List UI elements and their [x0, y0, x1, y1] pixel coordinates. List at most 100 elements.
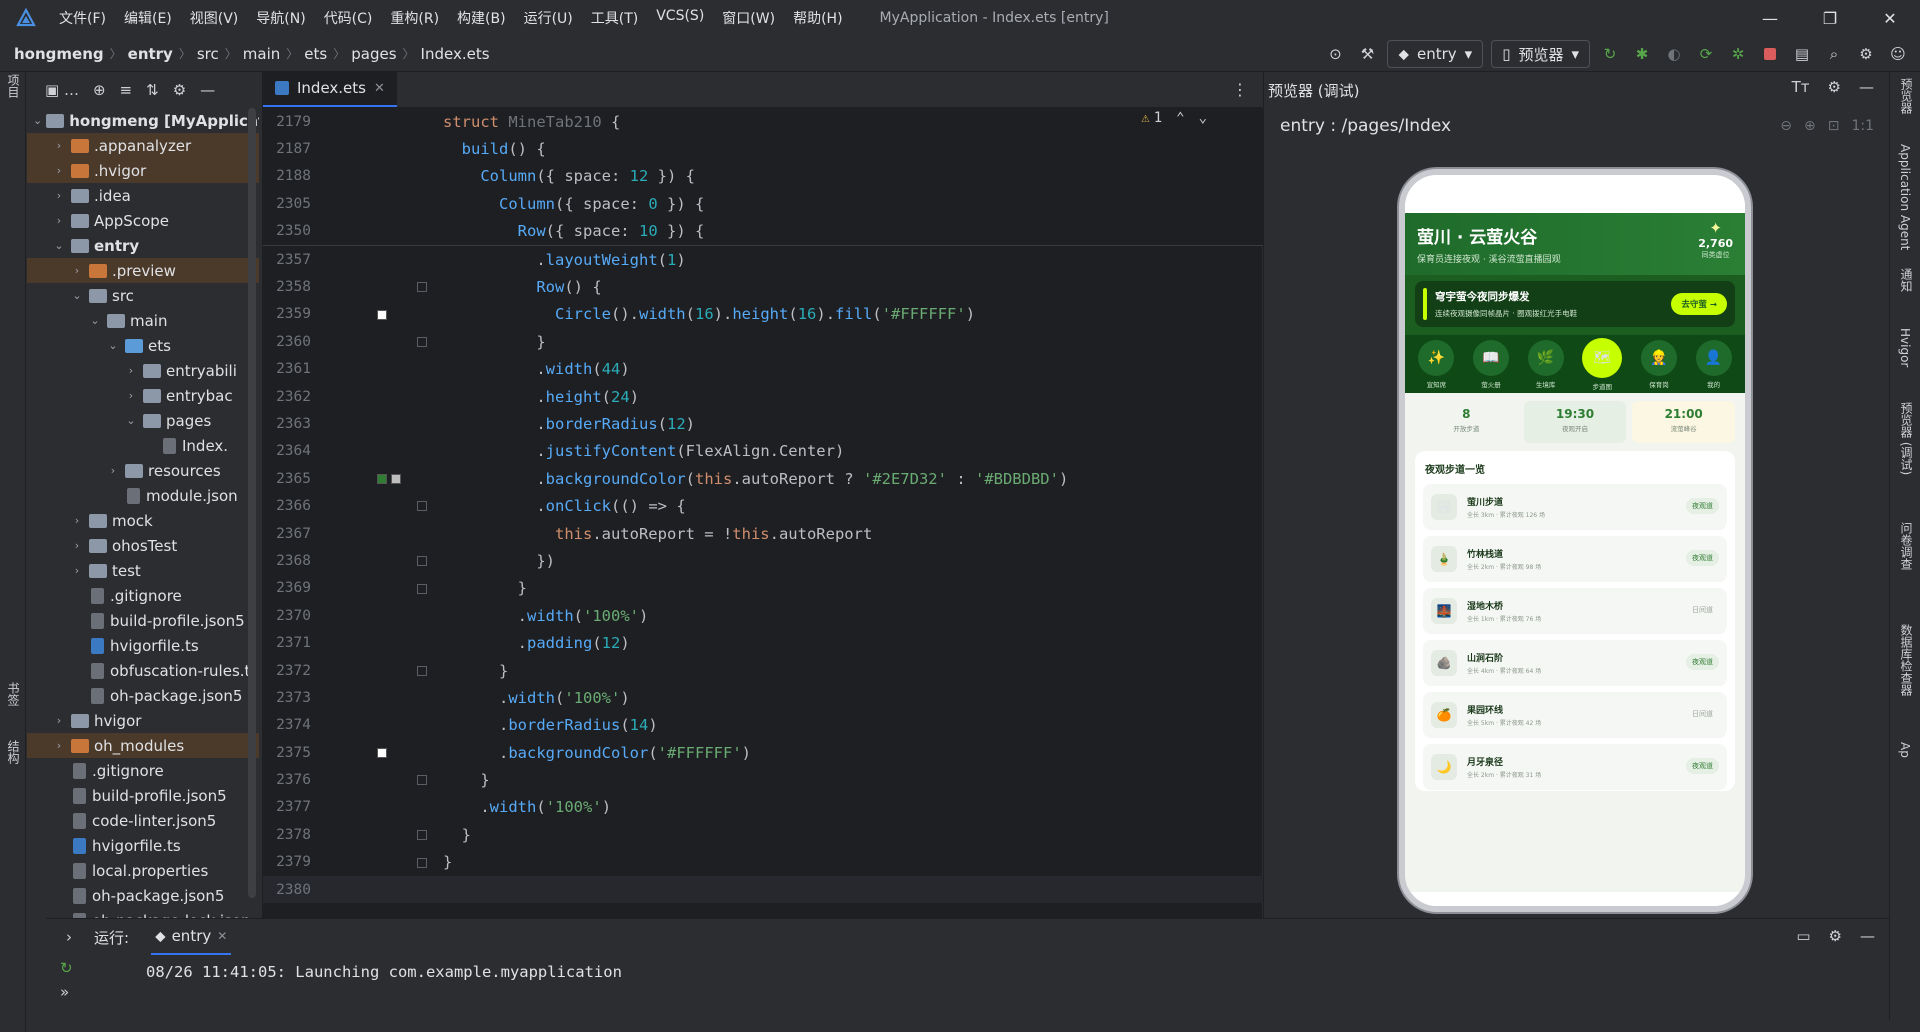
gutter[interactable] [323, 712, 443, 739]
run-tab-entry[interactable]: ⬥ entry ✕ [151, 919, 232, 955]
tree-item[interactable]: ⌄ main [27, 308, 259, 333]
settings-gear-icon[interactable]: ⚙ [1854, 41, 1878, 67]
chevron-right-icon[interactable]: › [51, 714, 67, 727]
device-select[interactable]: ▯ 预览器 ▾ [1491, 40, 1590, 68]
chevron-right-icon[interactable]: › [51, 164, 67, 177]
code-line[interactable]: 2380 [263, 875, 1263, 904]
chevron-right-icon[interactable]: › [51, 139, 67, 152]
chevron-right-icon[interactable]: › [123, 364, 139, 377]
code-line[interactable]: 2362 .height(24) [263, 383, 1263, 410]
app-screen[interactable]: 萤川 · 云萤火谷 保育员连接夜观 · 溪谷流萤直播园观 ✦ 2,760 同类虚… [1405, 175, 1745, 906]
zoom-in-icon[interactable]: ⊕ [1804, 118, 1816, 134]
shortcut-item[interactable]: 🗺 步道图 [1582, 337, 1623, 391]
fit-icon[interactable]: ⊡ [1828, 118, 1840, 134]
code-line[interactable]: 2187 build() { [263, 135, 1263, 162]
chevron-right-icon[interactable]: › [51, 189, 67, 202]
chevron-right-icon[interactable]: › [51, 214, 67, 227]
right-tool-button[interactable]: 预览器 (调试) [1898, 402, 1915, 475]
chevron-right-icon[interactable]: › [69, 514, 85, 527]
code-line[interactable]: 2305 Column({ space: 0 }) { [263, 190, 1263, 217]
tree-item[interactable]: ⌄ pages [27, 408, 259, 433]
gutter[interactable] [323, 876, 443, 903]
gutter[interactable] [323, 602, 443, 629]
gutter[interactable] [323, 821, 443, 848]
close-tab-icon[interactable]: ✕ [374, 81, 385, 96]
menu-item[interactable]: 重构(R) [381, 8, 448, 28]
code-line[interactable]: 2378 } [263, 821, 1263, 848]
gutter[interactable] [323, 301, 443, 328]
banner-action-button[interactable]: 去守萤 → [1671, 293, 1727, 315]
shortcut-item[interactable]: 🌿 生境库 [1527, 339, 1564, 389]
route-list-item[interactable]: 🌉 湿地木桥 全长 1km · 累计夜观 76 场 日间道 [1423, 588, 1727, 634]
route-list-item[interactable]: 🌙 月牙泉径 全长 2km · 累计夜观 31 场 夜观道 [1423, 744, 1727, 790]
gutter[interactable] [323, 684, 443, 711]
gutter[interactable] [323, 739, 443, 766]
one-to-one-icon[interactable]: 1:1 [1851, 118, 1874, 134]
route-list-item[interactable]: 🪨 山涧石阶 全长 4km · 累计夜观 64 场 夜观道 [1423, 640, 1727, 686]
gear-icon[interactable]: ⚙ [173, 81, 186, 99]
project-structure-icon[interactable]: ▤ [1790, 41, 1814, 67]
search-icon[interactable]: ⌕ [1822, 41, 1846, 67]
run-config-select[interactable]: ⬥ entry ▾ [1387, 40, 1484, 68]
gutter[interactable] [323, 657, 443, 684]
fold-icon[interactable] [417, 337, 427, 348]
attach-debugger-icon[interactable]: ◐ [1662, 41, 1686, 67]
restore-button[interactable]: ❐ [1800, 0, 1860, 36]
stop-icon[interactable] [1758, 41, 1782, 67]
fold-icon[interactable] [417, 775, 427, 786]
chevron-down-icon[interactable]: ⌄ [33, 114, 42, 127]
tree-item[interactable]: oh-package.json5 [27, 683, 259, 708]
tree-item[interactable]: obfuscation-rules.t [27, 658, 259, 683]
right-tool-button[interactable]: Hvigor [1898, 328, 1912, 367]
menu-item[interactable]: VCS(S) [647, 8, 713, 28]
apply-changes-icon[interactable]: ⟳ [1694, 41, 1718, 67]
gutter[interactable] [323, 547, 443, 574]
breadcrumb-item[interactable]: src [197, 45, 219, 63]
right-tool-button[interactable]: Ap [1898, 742, 1912, 758]
gutter[interactable] [323, 575, 443, 602]
route-list-item[interactable]: 🍊 果园环线 全长 5km · 累计夜观 42 场 日间道 [1423, 692, 1727, 738]
code-line[interactable]: 2363 .borderRadius(12) [263, 410, 1263, 437]
debug-icon[interactable]: ✱ [1630, 41, 1654, 67]
chevron-right-icon[interactable]: › [69, 264, 85, 277]
breadcrumb-item[interactable]: entry [128, 45, 173, 63]
right-tool-button[interactable]: 问卷调查 [1898, 522, 1915, 570]
tree-item[interactable]: build-profile.json5 [27, 783, 259, 808]
chevron-down-icon[interactable]: ⌄ [105, 339, 121, 352]
zoom-out-icon[interactable]: ⊖ [1780, 118, 1792, 134]
fold-icon[interactable] [417, 665, 427, 676]
code-line[interactable]: 2372 } [263, 657, 1263, 684]
tab-index-ets[interactable]: Index.ets ✕ [263, 71, 397, 107]
menu-item[interactable]: 文件(F) [50, 8, 115, 28]
code-area[interactable]: ⚠ 1 ⌃ ⌄ 2179 struct MineTab210 {2187 build()… [263, 108, 1263, 918]
tree-item[interactable]: › entryabili [27, 358, 259, 383]
menu-item[interactable]: 编辑(E) [115, 8, 181, 28]
menu-item[interactable]: 视图(V) [181, 8, 248, 28]
close-button[interactable]: ✕ [1860, 0, 1920, 36]
fold-icon[interactable] [417, 830, 427, 841]
chevron-right-icon[interactable]: › [69, 539, 85, 552]
chevron-right-icon[interactable]: › [105, 464, 121, 477]
gutter[interactable] [323, 492, 443, 519]
shortcut-item[interactable]: 👷 保育岗 [1640, 339, 1677, 389]
tree-item[interactable]: .gitignore [27, 583, 259, 608]
inspection-widget[interactable]: ⚠ 1 ⌃ ⌄ [1141, 110, 1207, 126]
menu-item[interactable]: 窗口(W) [713, 8, 784, 28]
locate-icon[interactable]: ⊕ [93, 81, 106, 99]
project-tool-button[interactable]: 项目 [5, 74, 22, 98]
code-line[interactable]: 2357 .layoutWeight(1) [263, 246, 1263, 273]
gutter[interactable] [323, 849, 443, 876]
gutter[interactable] [323, 794, 443, 821]
bookmarks-tool-button[interactable]: 书签 [5, 682, 22, 706]
expand-all-icon[interactable]: ≡ [120, 81, 133, 99]
gutter[interactable] [323, 356, 443, 383]
breadcrumb-item[interactable]: pages [351, 45, 396, 63]
tree-item[interactable]: ⌄ hongmeng [MyApplicati [27, 108, 259, 133]
chevron-down-icon[interactable]: ⌄ [51, 239, 67, 252]
right-tool-button[interactable]: Application Agent [1898, 144, 1912, 250]
tree-item[interactable]: ⌄ src [27, 283, 259, 308]
breadcrumb-item[interactable]: hongmeng [14, 45, 104, 63]
more-tabs-icon[interactable]: ⋮ [1232, 80, 1248, 99]
color-swatch-icon[interactable] [391, 474, 401, 485]
code-line[interactable]: 2358 Row() { [263, 273, 1263, 300]
